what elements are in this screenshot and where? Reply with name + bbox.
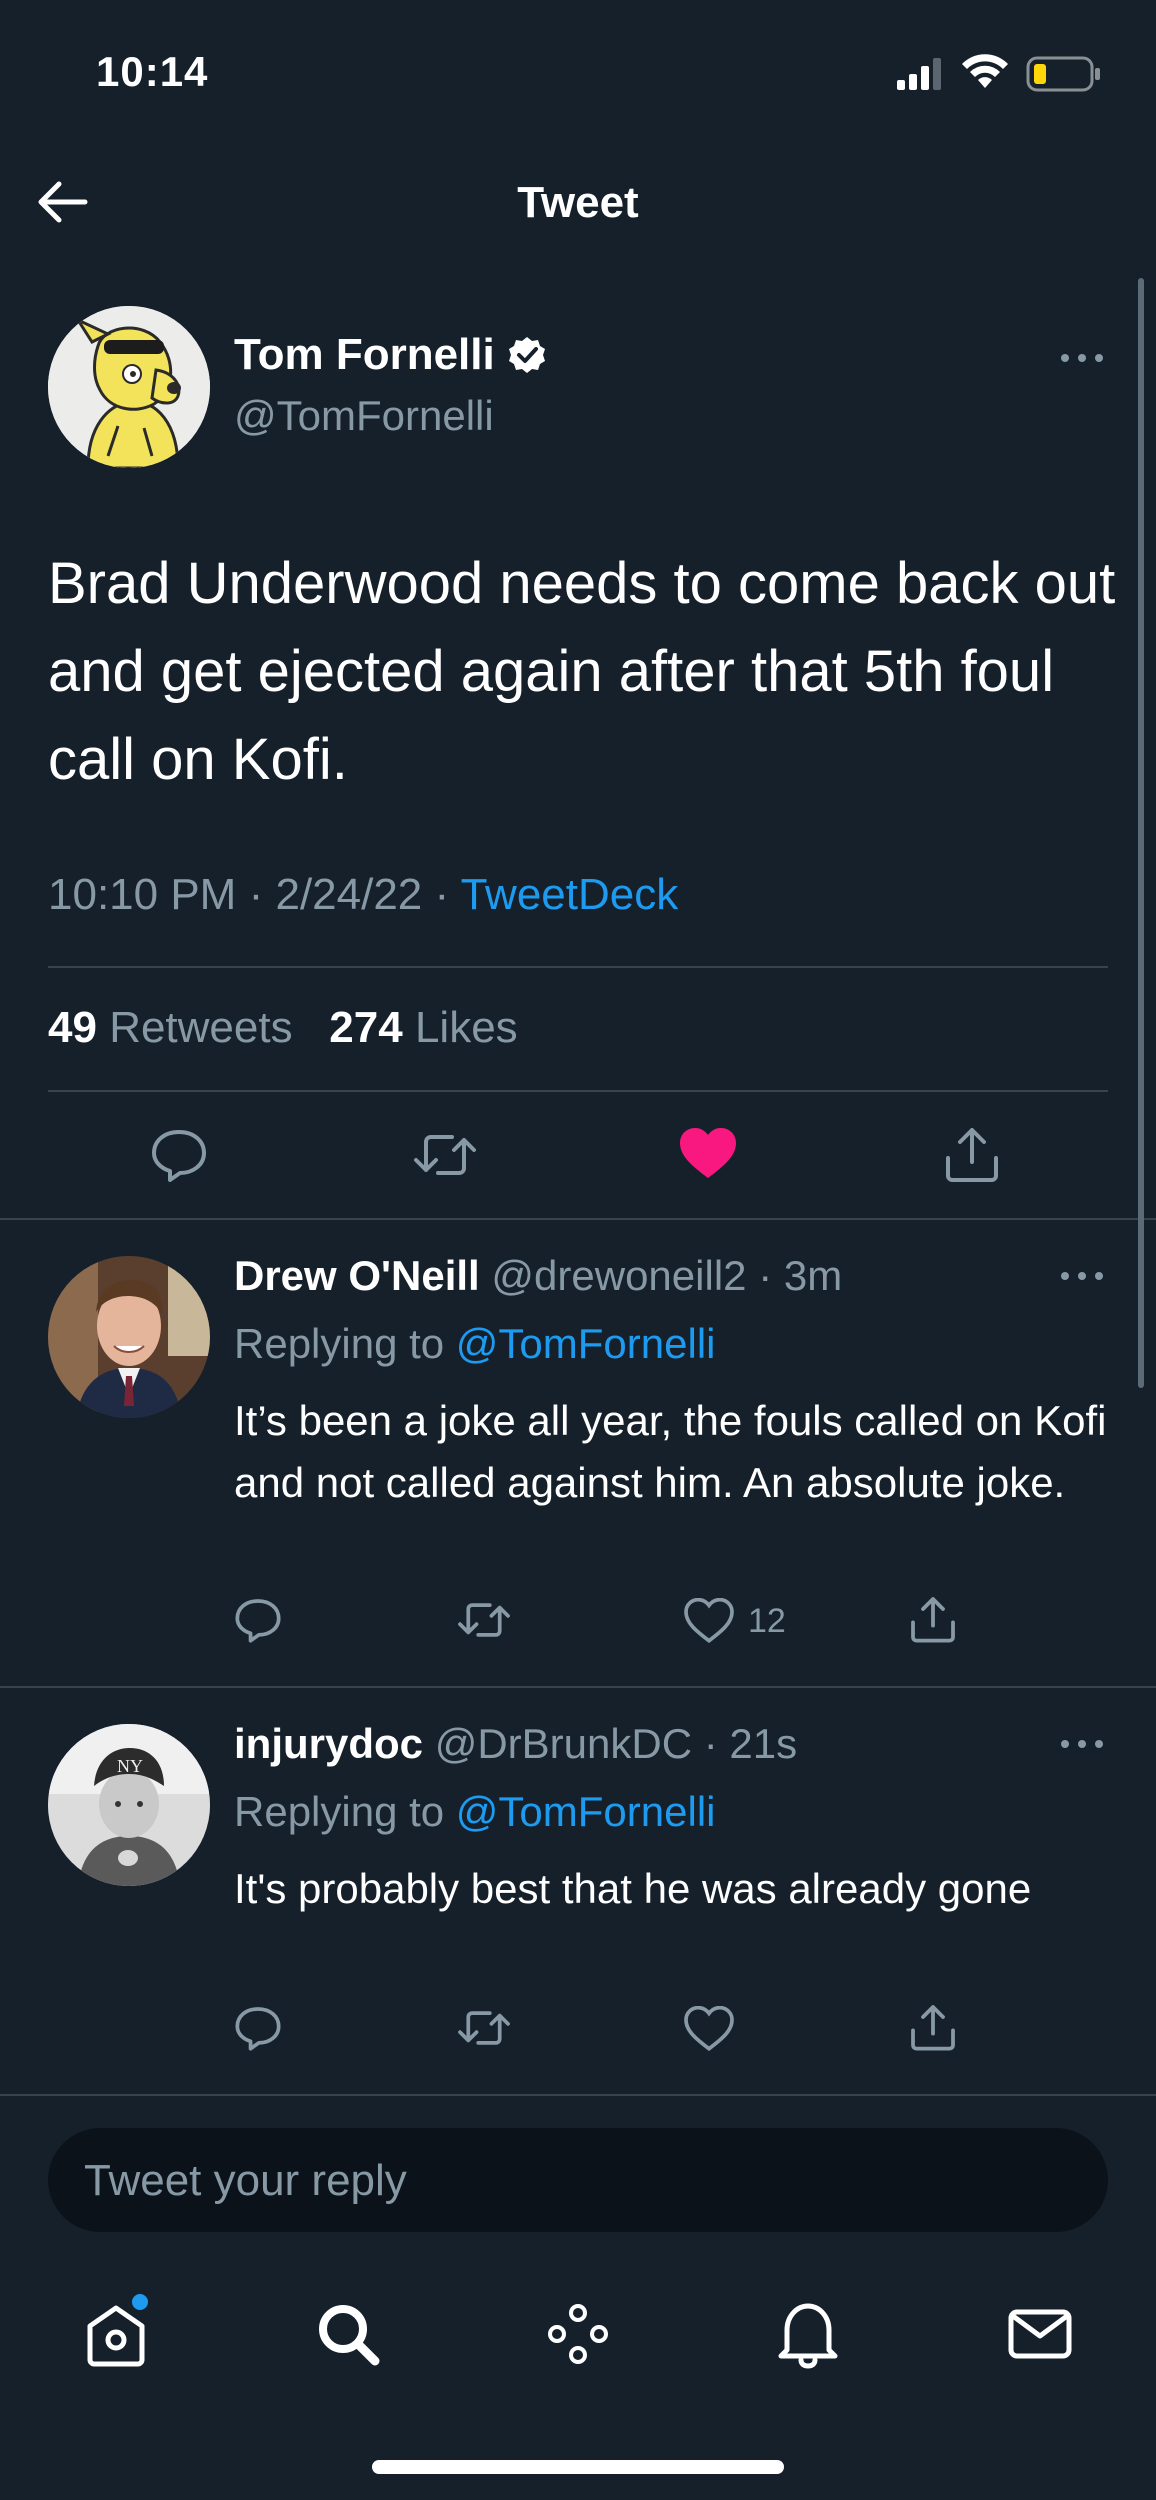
home-indicator xyxy=(372,2460,784,2474)
meta-separator: · xyxy=(434,870,450,919)
more-dots-icon xyxy=(1061,354,1103,362)
replying-to: Replying to @TomFornelli xyxy=(234,1320,716,1368)
author-name-row[interactable]: Tom Fornelli xyxy=(234,330,547,380)
likes-label: Likes xyxy=(414,1003,518,1052)
retweet-icon xyxy=(458,2011,510,2045)
like-count: 12 xyxy=(748,1601,786,1640)
man-photo-avatar-image xyxy=(48,1256,210,1418)
divider xyxy=(0,2094,1156,2096)
reply-header: injurydoc @DrBrunkDC · 21s xyxy=(234,1720,797,1768)
likes-count: 274 xyxy=(329,1003,403,1052)
reply-input-placeholder: Tweet your reply xyxy=(84,2156,407,2205)
replying-to-link[interactable]: @TomFornelli xyxy=(456,1788,716,1835)
tweet-date: 2/24/22 xyxy=(275,870,423,919)
cellular-signal-icon xyxy=(895,56,943,92)
heart-filled-icon xyxy=(680,1128,736,1178)
divider xyxy=(48,1090,1108,1092)
reply-bubble-icon xyxy=(235,2007,281,2051)
heart-outline-icon xyxy=(684,1598,734,1644)
search-icon xyxy=(319,2305,380,2366)
reply-input[interactable]: Tweet your reply xyxy=(48,2128,1108,2232)
tab-spaces[interactable] xyxy=(538,2294,618,2374)
reply-author-name[interactable]: Drew O'Neill xyxy=(234,1252,480,1299)
share-icon xyxy=(911,1597,955,1643)
retweet-button[interactable] xyxy=(456,2004,512,2052)
replying-to-link[interactable]: @TomFornelli xyxy=(456,1320,716,1367)
page-title: Tweet xyxy=(517,178,639,227)
more-dots-icon xyxy=(1061,1740,1103,1748)
reply-bubble-icon xyxy=(152,1130,206,1182)
home-notification-dot xyxy=(132,2294,148,2310)
reply-more-button[interactable] xyxy=(1050,1256,1114,1296)
divider xyxy=(0,1686,1156,1688)
reply-avatar[interactable]: NY xyxy=(48,1724,210,1886)
reply-button[interactable] xyxy=(234,2004,282,2052)
tweet-text: Brad Underwood needs to come back out an… xyxy=(48,551,1116,792)
retweet-icon xyxy=(414,1135,476,1175)
wifi-icon xyxy=(960,52,1010,92)
tweet-meta: 10:10 PM · 2/24/22 · TweetDeck xyxy=(48,870,678,920)
heart-outline-icon xyxy=(684,2006,734,2052)
meta-separator: · xyxy=(758,1252,773,1299)
reply-header: Drew O'Neill @drewoneill2 · 3m xyxy=(234,1252,842,1300)
like-button[interactable]: 12 xyxy=(684,1598,786,1644)
reply-bubble-icon xyxy=(235,1599,281,1643)
tab-messages[interactable] xyxy=(1000,2294,1080,2374)
reply-time: 21s xyxy=(729,1720,798,1767)
tab-home[interactable] xyxy=(76,2294,156,2374)
replying-to: Replying to @TomFornelli xyxy=(234,1788,716,1836)
reply-author-handle[interactable]: @drewoneill2 xyxy=(491,1252,746,1299)
reply-avatar[interactable] xyxy=(48,1256,210,1418)
like-button[interactable] xyxy=(684,2006,748,2052)
share-icon xyxy=(911,2005,955,2051)
retweet-button[interactable] xyxy=(456,1596,512,1644)
author-handle[interactable]: @TomFornelli xyxy=(234,392,494,440)
author-name: Tom Fornelli xyxy=(234,330,495,379)
scrollbar[interactable] xyxy=(1138,278,1144,1388)
retweets-stat[interactable]: 49 Retweets xyxy=(48,1003,293,1052)
likes-stat[interactable]: 274 Likes xyxy=(329,1003,517,1052)
battery-icon xyxy=(1026,56,1102,92)
more-options-button[interactable] xyxy=(1050,338,1114,378)
tab-notifications[interactable] xyxy=(768,2294,848,2374)
reply-time: 3m xyxy=(783,1252,843,1299)
reply-text: It's probably best that he was already g… xyxy=(234,1865,1032,1912)
tweet-stats: 49 Retweets 274 Likes xyxy=(48,1003,518,1053)
tweet-source-link[interactable]: TweetDeck xyxy=(461,870,679,919)
share-icon xyxy=(946,1128,998,1182)
divider xyxy=(48,966,1108,968)
share-button[interactable] xyxy=(942,1124,1002,1184)
share-button[interactable] xyxy=(908,2002,958,2052)
child-photo-avatar-image: NY xyxy=(48,1724,210,1886)
meta-separator: · xyxy=(248,870,264,919)
svg-text:NY: NY xyxy=(117,1756,143,1776)
reply-more-button[interactable] xyxy=(1050,1724,1114,1764)
tab-search[interactable] xyxy=(308,2294,388,2374)
cartoon-dog-avatar-image xyxy=(48,306,210,468)
retweet-icon xyxy=(458,1603,510,1637)
divider xyxy=(0,1218,1156,1220)
reply-text: It’s been a joke all year, the fouls cal… xyxy=(234,1397,1107,1506)
more-dots-icon xyxy=(1061,1272,1103,1280)
status-time: 10:14 xyxy=(96,48,209,95)
messages-icon xyxy=(1008,2309,1072,2359)
spaces-icon xyxy=(548,2304,608,2364)
verified-badge-icon xyxy=(508,337,545,373)
reply-button[interactable] xyxy=(150,1126,208,1184)
retweet-button[interactable] xyxy=(412,1126,478,1184)
replying-to-label: Replying to xyxy=(234,1320,445,1367)
reply-button[interactable] xyxy=(234,1596,282,1644)
meta-separator: · xyxy=(703,1720,718,1767)
reply-author-handle[interactable]: @DrBrunkDC xyxy=(435,1720,692,1767)
share-button[interactable] xyxy=(908,1594,958,1644)
notifications-icon xyxy=(778,2303,838,2369)
retweets-count: 49 xyxy=(48,1003,97,1052)
author-avatar[interactable] xyxy=(48,306,210,468)
like-button[interactable] xyxy=(678,1126,738,1182)
tweet-time: 10:10 PM xyxy=(48,870,237,919)
reply-author-name[interactable]: injurydoc xyxy=(234,1720,423,1767)
replying-to-label: Replying to xyxy=(234,1788,445,1835)
retweets-label: Retweets xyxy=(109,1003,293,1052)
